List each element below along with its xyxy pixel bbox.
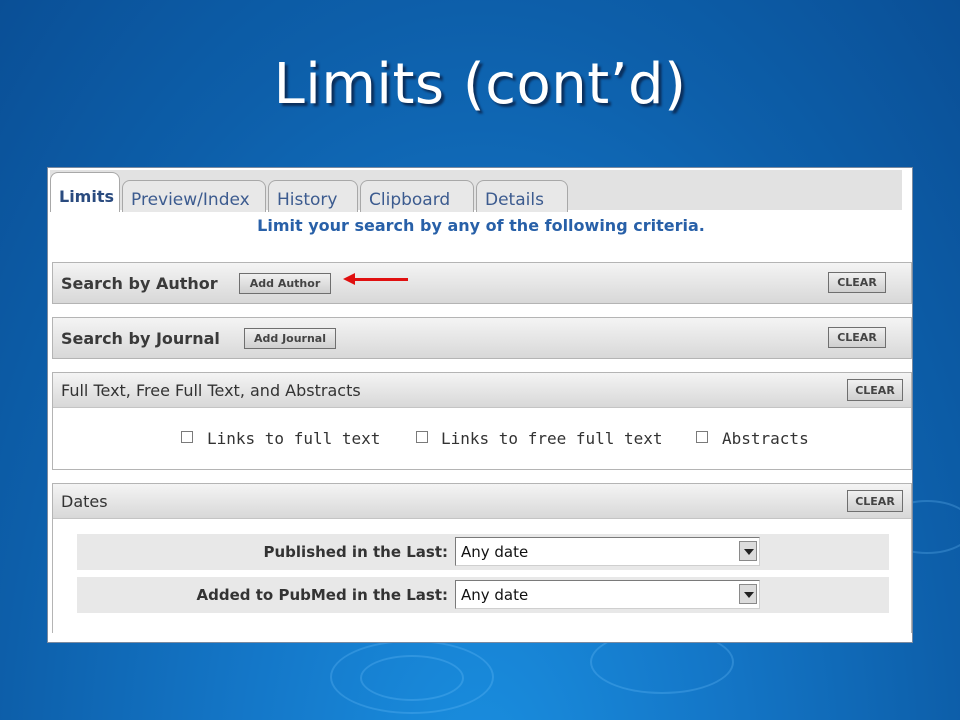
tab-clipboard[interactable]: Clipboard <box>360 180 474 212</box>
journal-section: Search by Journal Add Journal CLEAR <box>52 317 912 359</box>
add-journal-button[interactable]: Add Journal <box>244 328 336 349</box>
slide-title: Limits (cont’d) <box>273 52 687 117</box>
fulltext-section-title: Full Text, Free Full Text, and Abstracts <box>61 381 361 400</box>
fulltext-clear-button[interactable]: CLEAR <box>847 379 903 401</box>
published-date-select[interactable]: Any date <box>455 537 760 566</box>
red-arrow-head-icon <box>343 273 355 285</box>
links-full-text-checkbox[interactable] <box>181 431 193 443</box>
journal-section-header: Search by Journal Add Journal CLEAR <box>53 318 911 358</box>
dates-clear-button[interactable]: CLEAR <box>847 490 903 512</box>
fulltext-section-header: Full Text, Free Full Text, and Abstracts… <box>53 373 911 408</box>
add-author-button[interactable]: Add Author <box>239 273 331 294</box>
chevron-down-icon[interactable] <box>739 541 757 561</box>
dates-section-header: Dates CLEAR <box>53 484 911 519</box>
journal-clear-button[interactable]: CLEAR <box>828 327 886 348</box>
dates-section-title: Dates <box>61 492 108 511</box>
limits-instructions: Limit your search by any of the followin… <box>257 216 705 235</box>
abstracts-label: Abstracts <box>722 429 809 448</box>
journal-section-title: Search by Journal <box>61 329 220 348</box>
published-date-value: Any date <box>461 543 529 561</box>
added-date-row: Added to PubMed in the Last: Any date <box>77 577 889 613</box>
added-date-select[interactable]: Any date <box>455 580 760 609</box>
tab-preview-index[interactable]: Preview/Index <box>122 180 266 212</box>
dates-section: Dates CLEAR Published in the Last: Any d… <box>52 483 912 633</box>
author-clear-button[interactable]: CLEAR <box>828 272 886 293</box>
tab-bar: Limits Preview/Index History Clipboard D… <box>50 170 902 212</box>
links-free-full-text-label: Links to free full text <box>441 429 663 448</box>
author-section: Search by Author Add Author CLEAR <box>52 262 912 304</box>
author-section-title: Search by Author <box>61 274 218 293</box>
published-date-label: Published in the Last: <box>263 543 449 561</box>
tab-details[interactable]: Details <box>476 180 568 212</box>
red-arrow-line <box>352 278 408 281</box>
added-date-value: Any date <box>461 586 529 604</box>
links-full-text-label: Links to full text <box>207 429 381 448</box>
limits-panel: Limits Preview/Index History Clipboard D… <box>47 167 913 643</box>
tab-history[interactable]: History <box>268 180 358 212</box>
fulltext-section: Full Text, Free Full Text, and Abstracts… <box>52 372 912 470</box>
tab-limits[interactable]: Limits <box>50 172 120 212</box>
abstracts-checkbox[interactable] <box>696 431 708 443</box>
added-date-label: Added to PubMed in the Last: <box>196 586 448 604</box>
chevron-down-icon[interactable] <box>739 584 757 604</box>
author-section-header: Search by Author Add Author CLEAR <box>53 263 911 303</box>
water-ripple-decoration <box>360 655 464 701</box>
links-free-full-text-checkbox[interactable] <box>416 431 428 443</box>
published-date-row: Published in the Last: Any date <box>77 534 889 570</box>
